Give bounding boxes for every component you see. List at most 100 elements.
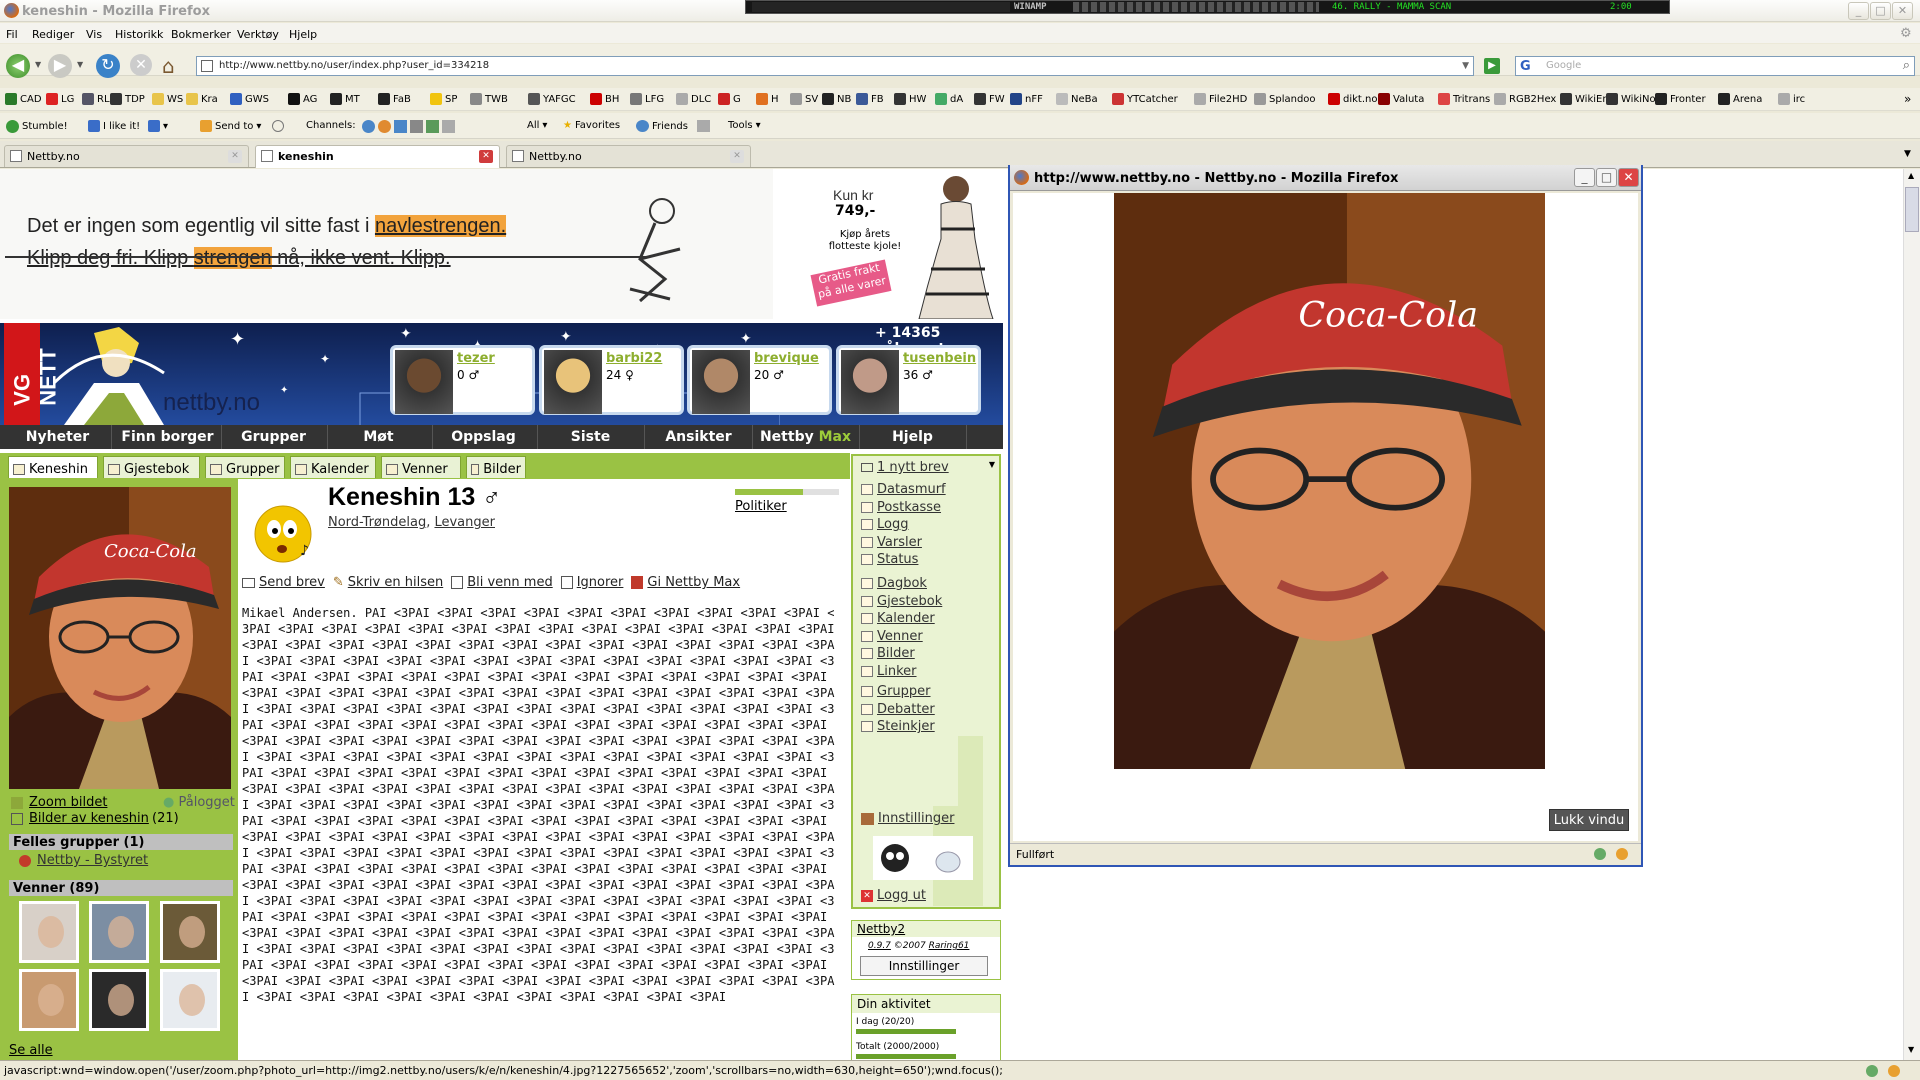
nettby2-author[interactable]: Raring61 <box>929 941 970 951</box>
tab-kalender[interactable]: Kalender <box>290 456 376 478</box>
bookmark-item[interactable]: nFF <box>1010 93 1043 105</box>
pictures-link[interactable]: Bilder av keneshin <box>29 811 149 826</box>
search-icon[interactable]: ⌕ <box>1903 58 1910 73</box>
sidebar-item-venner[interactable]: Venner <box>861 629 923 644</box>
scroll-thumb[interactable] <box>1905 187 1919 232</box>
favorites-button[interactable]: ★ Favorites <box>563 120 620 131</box>
tab-venner[interactable]: Venner <box>381 456 461 478</box>
page-scrollbar[interactable]: ▲ ▼ <box>1903 169 1920 1060</box>
sidebar-item-postkasse[interactable]: Postkasse <box>861 500 941 515</box>
channel-icons[interactable] <box>362 120 455 133</box>
bookmark-item[interactable]: GWS <box>230 93 269 105</box>
menu-rediger[interactable]: Rediger <box>32 28 74 41</box>
go-icon[interactable]: ▶ <box>1484 58 1500 74</box>
menu-verktoy[interactable]: Verktøy <box>237 28 279 41</box>
bookmark-item[interactable]: Kra <box>186 93 218 105</box>
nav-grupper[interactable]: Grupper <box>220 425 328 449</box>
share-button[interactable] <box>697 120 710 132</box>
sidebar-item-kalender[interactable]: Kalender <box>861 611 935 626</box>
popup-minimize-button[interactable]: _ <box>1574 168 1595 187</box>
bookmark-item[interactable]: SV <box>790 93 818 105</box>
online-user-card[interactable]: brevique 20 ♂ <box>687 345 832 415</box>
nav-nettby[interactable]: Nettby Max <box>752 425 860 449</box>
thumbs-down-button[interactable]: ▾ <box>148 120 168 132</box>
winamp-progress[interactable] <box>752 2 1010 12</box>
popup-close-button[interactable]: ✕ <box>1618 168 1639 187</box>
bookmark-item[interactable]: FB <box>856 93 884 105</box>
friend-thumbnail[interactable] <box>89 969 149 1031</box>
stumble-button[interactable]: Stumble! <box>6 120 68 133</box>
sidebar-item-grupper[interactable]: Grupper <box>861 684 931 699</box>
sidebar-item-steinkjer[interactable]: Steinkjer <box>861 719 935 734</box>
google-icon[interactable]: G <box>1520 59 1531 74</box>
bookmark-item[interactable]: G <box>718 93 741 105</box>
profile-photo[interactable]: Coca-Cola <box>9 487 231 789</box>
friends-button[interactable]: Friends <box>636 120 688 132</box>
sidebar-item-linker[interactable]: Linker <box>861 664 917 679</box>
menu-hjelp[interactable]: Hjelp <box>289 28 317 41</box>
sidebar-item-debatter[interactable]: Debatter <box>861 702 935 717</box>
sidebar-item-bilder[interactable]: Bilder <box>861 646 915 661</box>
sidebar-item-gjestebok[interactable]: Gjestebok <box>861 594 942 609</box>
bookmark-item[interactable]: CAD <box>5 93 42 105</box>
bookmark-item[interactable]: SP <box>430 93 457 105</box>
vg-logo[interactable]: VG NETT <box>4 323 61 425</box>
online-user-card[interactable]: tusenbein 36 ♂ <box>836 345 981 415</box>
send-letter-action[interactable]: Send brev <box>242 575 325 590</box>
bookmark-item[interactable]: irc <box>1778 93 1805 105</box>
comment-button[interactable] <box>272 120 284 132</box>
online-user-name[interactable]: brevique <box>754 351 819 366</box>
bookmark-item[interactable]: MT <box>330 93 360 105</box>
befriend-action[interactable]: Bli venn med <box>451 575 553 590</box>
nav-finnborger[interactable]: Finn borger <box>114 425 222 449</box>
address-input[interactable]: http://www.nettby.no/user/index.php?user… <box>219 60 489 71</box>
bookmark-item[interactable]: YTCatcher <box>1112 93 1178 105</box>
bookmark-item[interactable]: LG <box>46 93 74 105</box>
winamp-controls[interactable] <box>1073 2 1319 12</box>
ilike-button[interactable]: I like it! <box>88 120 140 132</box>
sidebar-item-varsler[interactable]: Varsler <box>861 535 922 550</box>
maximize-button[interactable]: □ <box>1870 2 1891 20</box>
nav-mt[interactable]: Møt <box>325 425 433 449</box>
bookmark-item[interactable]: LFG <box>630 93 664 105</box>
give-max-action[interactable]: Gi Nettby Max <box>631 575 740 590</box>
nettby2-version[interactable]: 0.9.7 <box>868 941 891 951</box>
online-user-name[interactable]: tezer <box>457 351 495 366</box>
tab-list-icon[interactable]: ▼ <box>1904 149 1911 159</box>
bookmark-item[interactable]: RGB2Hex <box>1494 93 1556 105</box>
stop-icon[interactable]: ✕ <box>130 54 152 76</box>
bookmark-item[interactable]: Tritrans <box>1438 93 1490 105</box>
bookmark-item[interactable]: BH <box>590 93 619 105</box>
bookmark-item[interactable]: TDP <box>110 93 145 105</box>
bookmark-item[interactable]: HW <box>894 93 926 105</box>
tab-bilder[interactable]: Bilder <box>466 456 526 478</box>
menu-vis[interactable]: Vis <box>86 28 102 41</box>
online-user-photo[interactable] <box>544 350 602 414</box>
online-user-name[interactable]: tusenbein <box>903 351 976 366</box>
all-button[interactable]: All ▾ <box>527 120 547 131</box>
minimize-button[interactable]: _ <box>1848 2 1869 20</box>
back-dropdown-icon[interactable]: ▼ <box>35 60 41 69</box>
settings-link[interactable]: Innstillinger <box>861 811 954 826</box>
politics-link[interactable]: Politiker <box>735 499 787 514</box>
nettby2-title[interactable]: Nettby2 <box>857 922 905 936</box>
online-user-card[interactable]: barbi22 24 ♀ <box>539 345 684 415</box>
bookmark-item[interactable]: AG <box>288 93 317 105</box>
home-icon[interactable]: ⌂ <box>162 54 175 78</box>
bookmark-item[interactable]: H <box>756 93 779 105</box>
friend-thumbnail[interactable] <box>19 969 79 1031</box>
online-user-photo[interactable] <box>841 350 899 414</box>
online-user-card[interactable]: tezer 0 ♂ <box>390 345 535 415</box>
tab-keneshin[interactable]: keneshin ✕ <box>255 145 500 168</box>
menu-historikk[interactable]: Historikk <box>115 28 163 41</box>
back-icon[interactable]: ◀ <box>6 54 30 78</box>
close-window-button[interactable]: Lukk vindu <box>1549 809 1629 831</box>
bookmark-item[interactable]: WikiEn <box>1560 93 1609 105</box>
letters-link[interactable]: 1 nytt brev <box>861 460 949 475</box>
sidebar-item-dagbok[interactable]: Dagbok <box>861 576 927 591</box>
tab-gjestebok[interactable]: Gjestebok <box>103 456 200 478</box>
bookmark-item[interactable]: dikt.no <box>1328 93 1377 105</box>
history-dropdown-icon[interactable]: ▼ <box>1462 61 1469 71</box>
sendto-button[interactable]: Send to ▾ <box>200 120 261 132</box>
nettby2-settings-button[interactable]: Innstillinger <box>860 956 988 976</box>
